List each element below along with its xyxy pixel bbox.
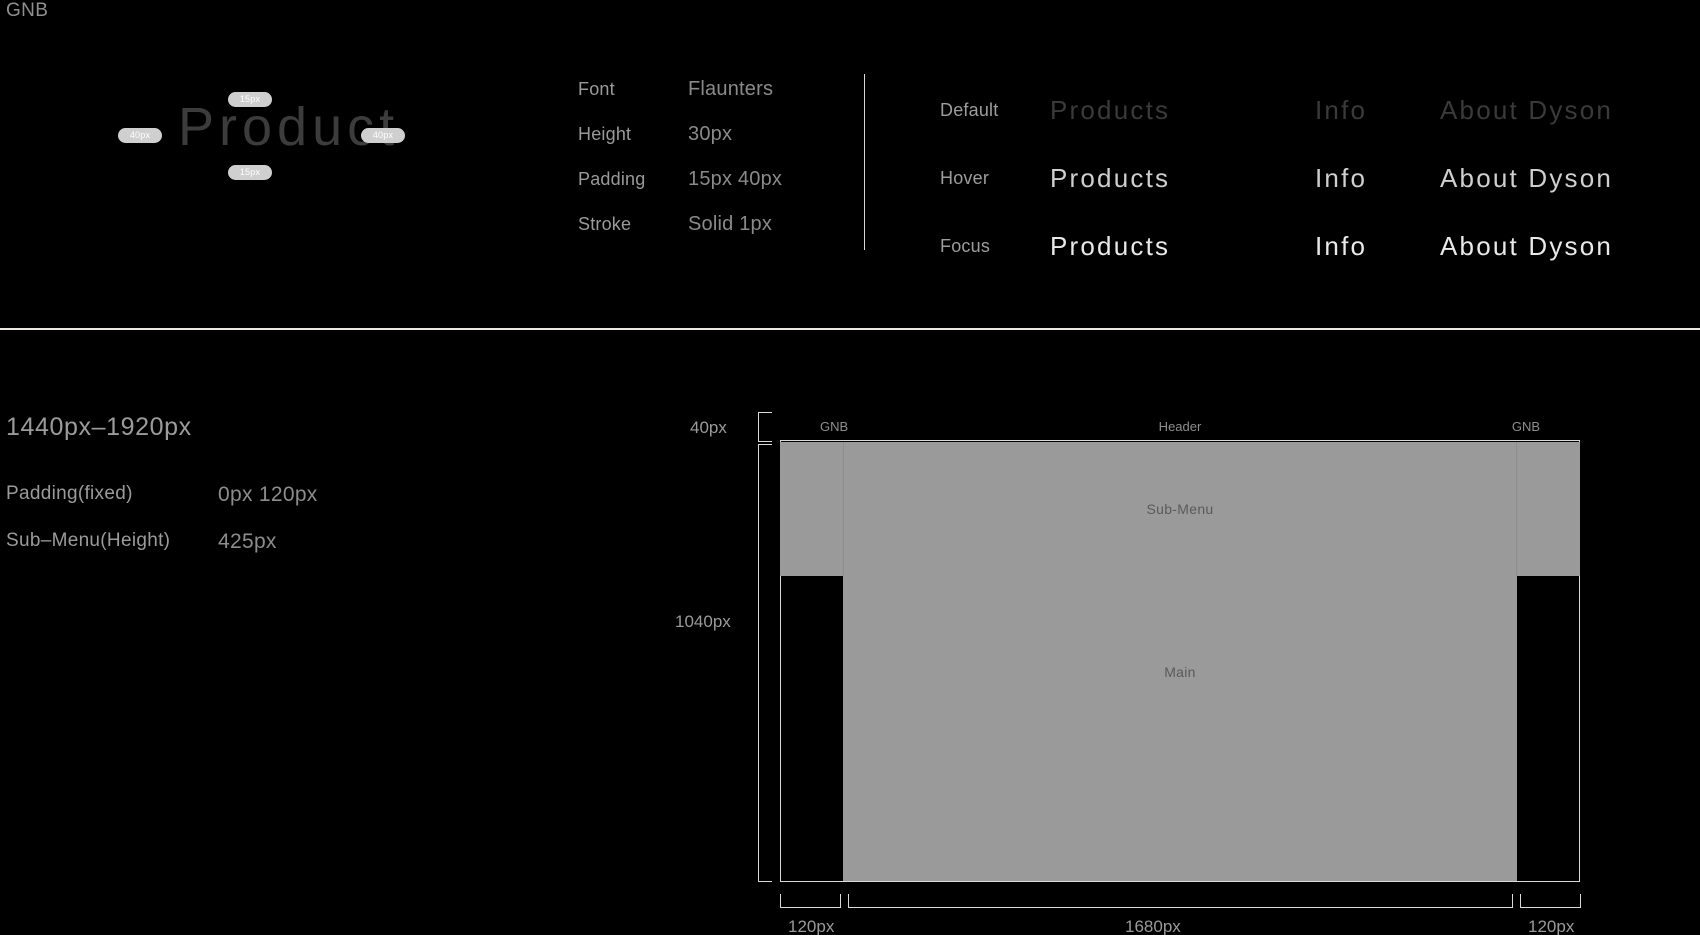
nav-item-products-hover[interactable]: Products bbox=[1050, 163, 1315, 194]
spec-key-height: Height bbox=[578, 124, 632, 144]
layout-spec-key-padding: Padding(fixed) bbox=[6, 483, 133, 504]
bracket-padding-right bbox=[1520, 894, 1581, 908]
typography-spec-list: Font Flaunters Height 30px Padding 15px … bbox=[578, 78, 782, 258]
product-spacing-demo: Product 40px 40px 15px 15px bbox=[118, 92, 538, 202]
bracket-content-height bbox=[758, 444, 772, 882]
product-word: Product bbox=[178, 97, 400, 157]
spec-value-height: 30px bbox=[688, 123, 733, 145]
wireframe-header-gnb-right: GNB bbox=[1511, 418, 1540, 434]
spec-row-stroke: Stroke Solid 1px bbox=[578, 213, 782, 258]
wireframe-seam-left bbox=[843, 442, 844, 576]
design-spec-canvas: GNB Product 40px 40px 15px 15px Font Fla… bbox=[0, 0, 1700, 935]
bracket-padding-left bbox=[780, 894, 841, 908]
spec-value-font: Flaunters bbox=[688, 78, 774, 100]
wireframe-submenu-label: Sub-Menu bbox=[1146, 501, 1214, 517]
spec-value-stroke: Solid 1px bbox=[688, 213, 773, 235]
padding-right-pill: 40px bbox=[361, 128, 405, 143]
wireframe-header-gnb-left: GNB bbox=[820, 418, 849, 434]
padding-top-pill: 15px bbox=[228, 92, 272, 107]
nav-item-info-default[interactable]: Info bbox=[1315, 95, 1440, 126]
wireframe-seam-right bbox=[1516, 442, 1517, 576]
spec-key-padding: Padding bbox=[578, 169, 646, 189]
padding-left-pill: 40px bbox=[118, 128, 162, 143]
horizontal-divider bbox=[0, 328, 1700, 330]
layout-spec-value-padding: 0px 120px bbox=[218, 483, 318, 506]
state-row-default: Default Products Info About Dyson bbox=[940, 76, 1700, 144]
wireframe-main-block: Main bbox=[843, 576, 1517, 881]
padding-bottom-pill: 15px bbox=[228, 165, 272, 180]
state-label-default: Default bbox=[940, 99, 999, 120]
nav-item-info-focus[interactable]: Info bbox=[1315, 231, 1440, 262]
breakpoint-range-title: 1440px–1920px bbox=[6, 413, 192, 441]
bracket-content-width bbox=[848, 894, 1513, 908]
spec-key-font: Font bbox=[578, 79, 615, 99]
wireframe-submenu-block: Sub-Menu bbox=[780, 442, 1580, 576]
wireframe-header-title: Header bbox=[1158, 418, 1202, 434]
layout-spec-key-submenu-height: Sub–Menu(Height) bbox=[6, 530, 171, 551]
nav-item-about-dyson-default[interactable]: About Dyson bbox=[1440, 95, 1700, 126]
layout-spec-value-submenu-height: 425px bbox=[218, 530, 277, 553]
nav-item-products-default[interactable]: Products bbox=[1050, 95, 1315, 126]
wireframe-header-band: GNB Header GNB bbox=[780, 412, 1580, 441]
spec-value-padding: 15px 40px bbox=[688, 168, 783, 190]
nav-item-info-hover[interactable]: Info bbox=[1315, 163, 1440, 194]
state-row-focus: Focus Products Info About Dyson bbox=[940, 212, 1700, 280]
wireframe-main-label: Main bbox=[1164, 664, 1196, 680]
spec-row-padding: Padding 15px 40px bbox=[578, 168, 782, 213]
measure-label-padding-right: 120px bbox=[1528, 917, 1575, 935]
bracket-header-height bbox=[758, 412, 772, 442]
state-row-hover: Hover Products Info About Dyson bbox=[940, 144, 1700, 212]
spec-key-stroke: Stroke bbox=[578, 214, 632, 234]
nav-state-table: Default Products Info About Dyson Hover … bbox=[940, 76, 1700, 280]
layout-wireframe: GNB Header GNB Sub-Menu Main 40px 1040px… bbox=[675, 412, 1581, 935]
measure-label-content-width: 1680px bbox=[1125, 917, 1181, 935]
nav-item-about-dyson-hover[interactable]: About Dyson bbox=[1440, 163, 1700, 194]
nav-item-about-dyson-focus[interactable]: About Dyson bbox=[1440, 231, 1700, 262]
nav-item-products-focus[interactable]: Products bbox=[1050, 231, 1315, 262]
section-label-gnb: GNB bbox=[6, 0, 49, 21]
measure-label-content-height: 1040px bbox=[675, 612, 731, 631]
state-label-hover: Hover bbox=[940, 167, 990, 188]
measure-label-padding-left: 120px bbox=[788, 917, 835, 935]
vertical-divider bbox=[864, 74, 865, 250]
measure-label-header-height: 40px bbox=[690, 418, 727, 437]
state-label-focus: Focus bbox=[940, 235, 991, 256]
spec-row-font: Font Flaunters bbox=[578, 78, 782, 123]
spec-row-height: Height 30px bbox=[578, 123, 782, 168]
